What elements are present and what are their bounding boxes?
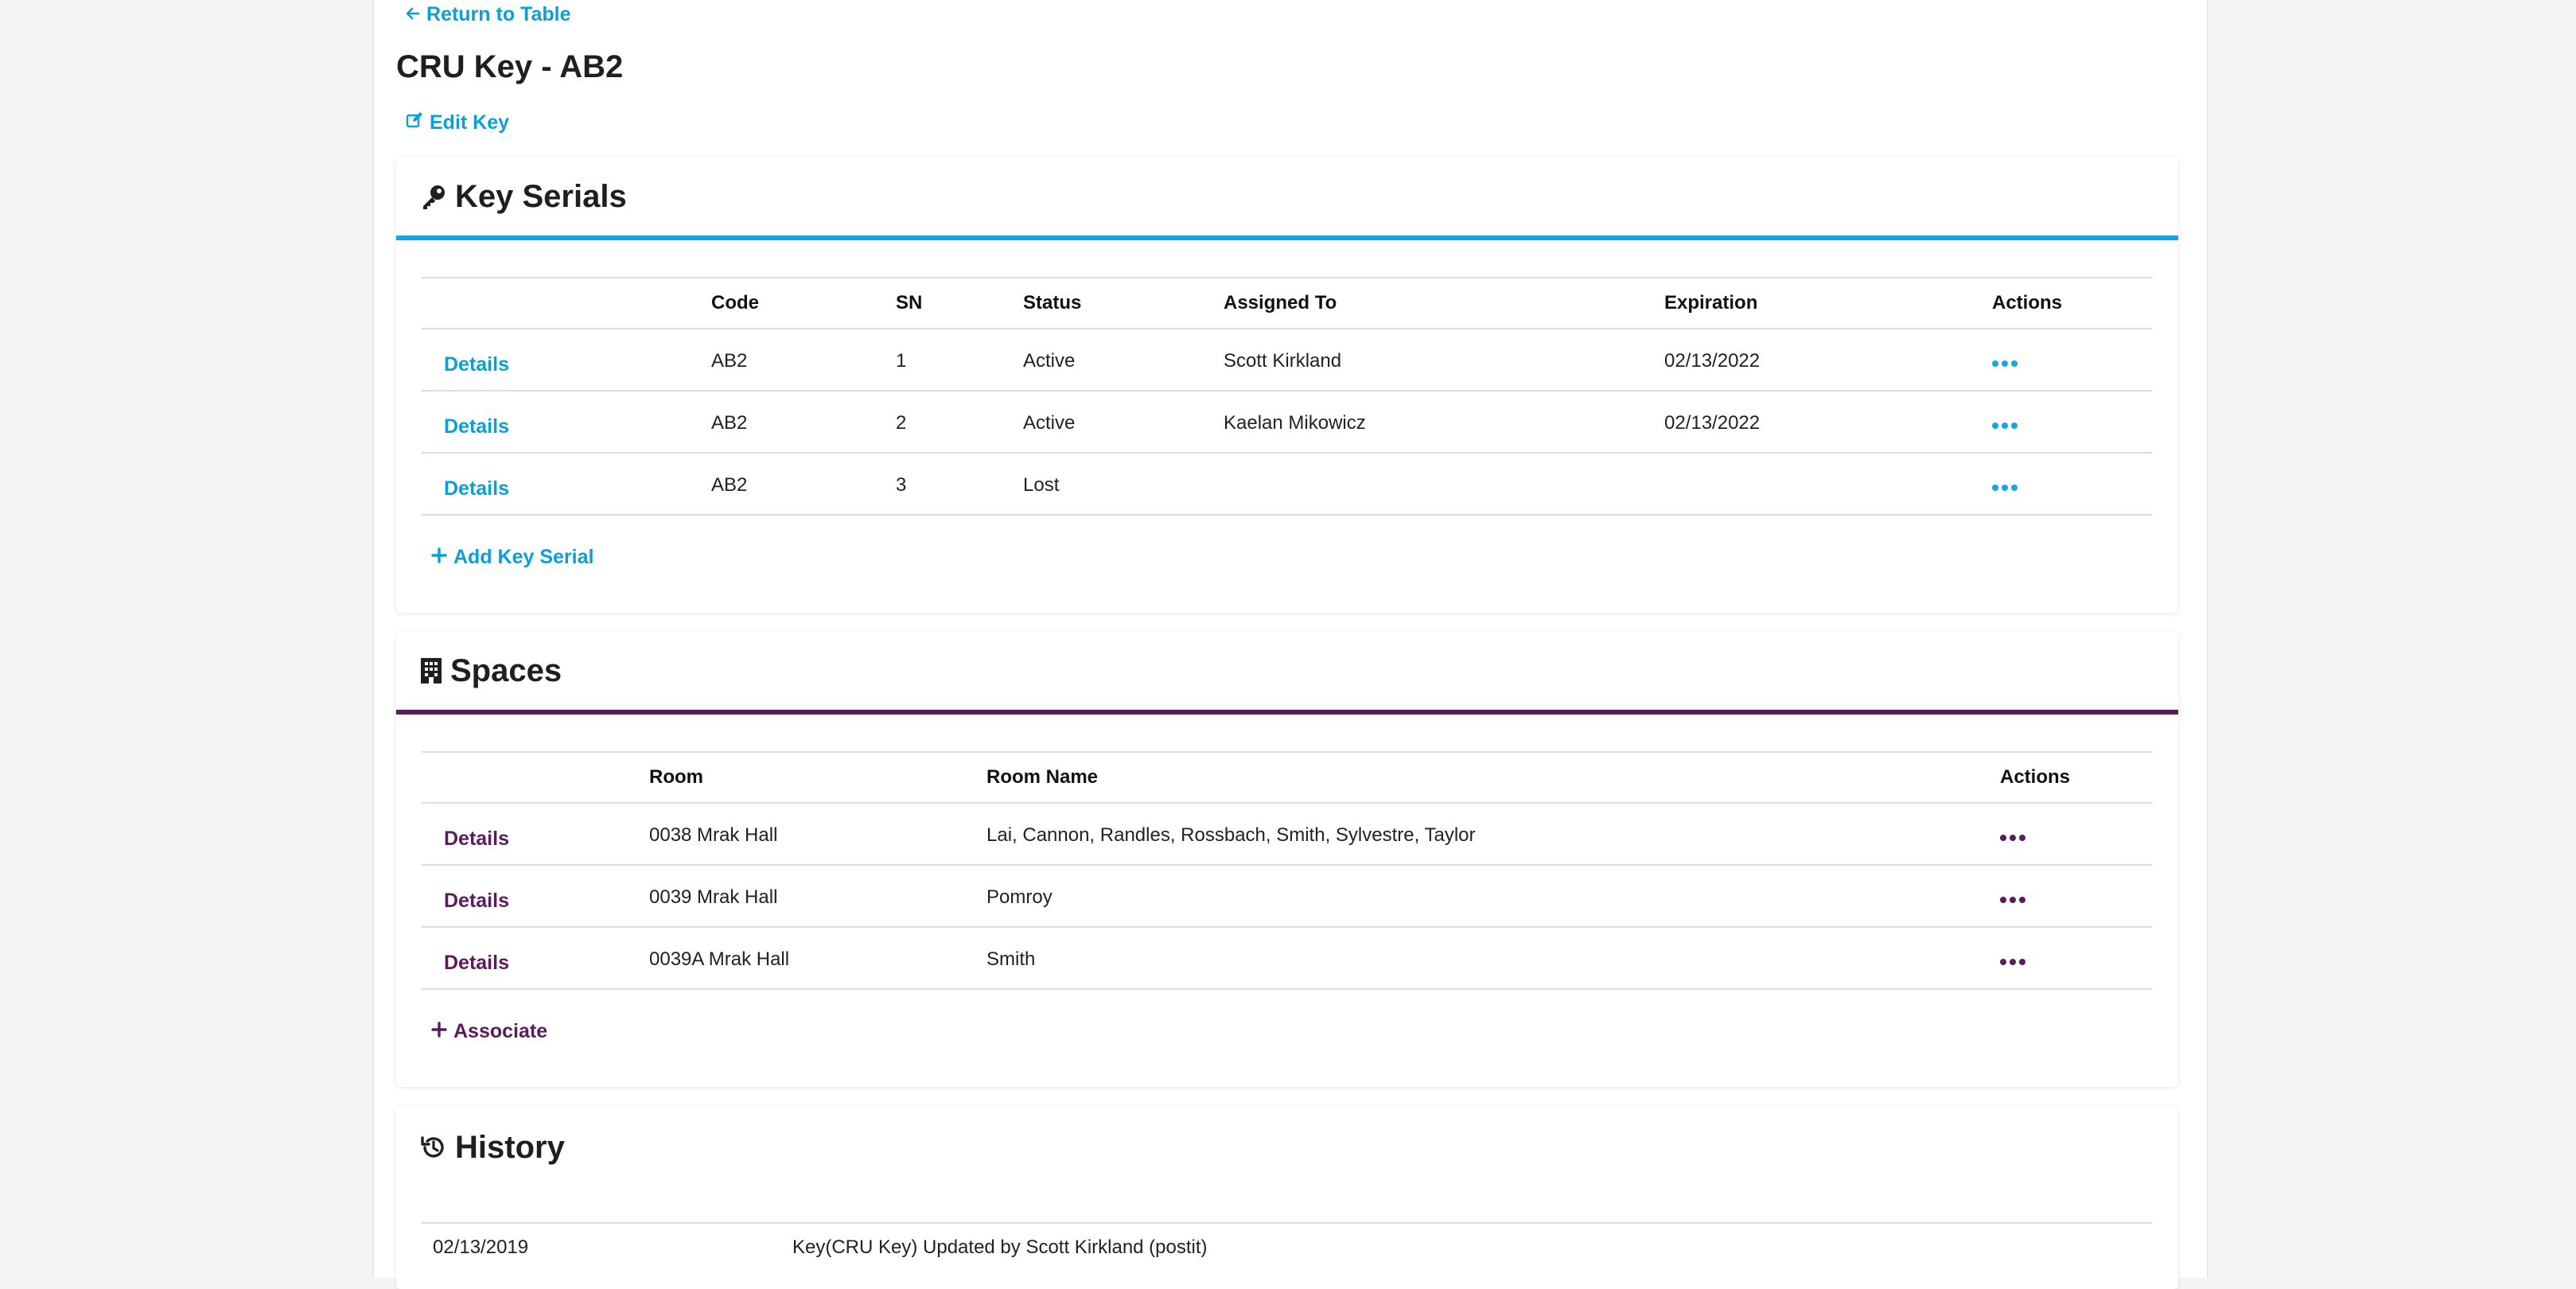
cell-expiration — [1653, 453, 1981, 516]
column-header-blank — [422, 277, 700, 329]
table-row: Details 0039A Mrak Hall Smith — [422, 927, 2153, 990]
ellipsis-icon[interactable] — [2000, 827, 2025, 841]
cell-expiration: 02/13/2022 — [1653, 391, 1981, 454]
column-header-expiration: Expiration — [1653, 277, 1981, 329]
table-row: Details AB2 2 Active Kaelan Mikowicz 02/… — [422, 391, 2153, 454]
column-header-sn: SN — [885, 277, 1012, 329]
key-serials-title: Key Serials — [455, 178, 627, 214]
cell-room-name: Smith — [975, 927, 1989, 990]
spaces-title: Spaces — [450, 652, 562, 688]
cell-sn: 1 — [885, 329, 1012, 391]
edit-key-label: Edit Key — [430, 111, 510, 134]
cell-sn: 2 — [885, 391, 1012, 454]
cell-expiration: 02/13/2022 — [1653, 329, 1981, 391]
history-card: History 02/13/2019 Key(CRU Key) Updated … — [396, 1106, 2178, 1289]
cell-code: AB2 — [700, 391, 885, 454]
table-row: Details AB2 3 Lost — [422, 453, 2153, 516]
key-serials-header: Key Serials — [396, 158, 2178, 240]
column-header-room-name: Room Name — [975, 751, 1989, 804]
cell-assigned-to — [1212, 453, 1653, 516]
history-header: History — [396, 1106, 2178, 1189]
associate-button[interactable]: Associate — [431, 1020, 2153, 1043]
key-icon — [420, 183, 447, 210]
cell-assigned-to: Scott Kirkland — [1212, 329, 1653, 391]
ellipsis-icon[interactable] — [2000, 889, 2025, 903]
plus-icon — [431, 1020, 447, 1043]
table-row: Details 0039 Mrak Hall Pomroy — [422, 865, 2153, 928]
ellipsis-icon[interactable] — [1992, 352, 2018, 367]
ellipsis-icon[interactable] — [1992, 415, 2018, 429]
spaces-header: Spaces — [396, 632, 2178, 715]
cell-status: Active — [1012, 391, 1212, 454]
history-icon — [420, 1134, 447, 1161]
plus-icon — [431, 546, 447, 569]
spaces-table: Room Room Name Actions Details 0038 Mrak… — [422, 751, 2153, 990]
cell-room: 0039 Mrak Hall — [638, 865, 975, 928]
return-to-table-label: Return to Table — [426, 3, 571, 25]
column-header-assigned-to: Assigned To — [1212, 277, 1653, 329]
table-row: 02/13/2019 Key(CRU Key) Updated by Scott… — [422, 1223, 2153, 1274]
key-serials-table: Code SN Status Assigned To Expiration Ac… — [422, 277, 2153, 516]
table-header-row: Code SN Status Assigned To Expiration Ac… — [422, 277, 2153, 329]
cell-room: 0039A Mrak Hall — [638, 927, 975, 990]
column-header-status: Status — [1012, 277, 1212, 329]
add-key-serial-label: Add Key Serial — [453, 546, 594, 568]
return-to-table-link[interactable]: Return to Table — [406, 3, 570, 26]
table-row: Details 0038 Mrak Hall Lai, Cannon, Rand… — [422, 803, 2153, 866]
column-header-blank — [422, 751, 638, 804]
cell-room-name: Lai, Cannon, Randles, Rossbach, Smith, S… — [975, 803, 1989, 866]
cell-room: 0038 Mrak Hall — [638, 803, 975, 866]
edit-icon — [406, 111, 423, 134]
cell-code: AB2 — [700, 329, 885, 391]
edit-key-link[interactable]: Edit Key — [406, 111, 509, 134]
column-header-room: Room — [638, 751, 975, 804]
cell-assigned-to: Kaelan Mikowicz — [1212, 391, 1653, 454]
ellipsis-icon[interactable] — [2000, 951, 2025, 965]
spaces-card: Spaces Room Room Name Actions Details 00… — [396, 632, 2178, 1087]
cell-status: Lost — [1012, 453, 1212, 516]
details-link[interactable]: Details — [444, 477, 509, 500]
associate-label: Associate — [453, 1020, 548, 1042]
details-link[interactable]: Details — [444, 952, 509, 974]
details-link[interactable]: Details — [444, 890, 509, 912]
key-serials-card: Key Serials Code SN Status Assigned To E… — [396, 158, 2178, 613]
page-title: CRU Key - AB2 — [396, 49, 624, 84]
cell-history-date: 02/13/2019 — [433, 1236, 529, 1258]
arrow-left-icon — [406, 3, 420, 26]
table-header-row: Room Room Name Actions — [422, 751, 2153, 804]
cell-code: AB2 — [700, 453, 885, 516]
details-link[interactable]: Details — [444, 828, 509, 850]
history-table: 02/13/2019 Key(CRU Key) Updated by Scott… — [422, 1222, 2153, 1274]
column-header-actions: Actions — [1989, 751, 2153, 804]
add-key-serial-button[interactable]: Add Key Serial — [431, 546, 2153, 569]
column-header-actions: Actions — [1981, 277, 2153, 329]
cell-room-name: Pomroy — [975, 865, 1989, 928]
ellipsis-icon[interactable] — [1992, 477, 2018, 491]
details-link[interactable]: Details — [444, 353, 509, 376]
column-header-code: Code — [700, 277, 885, 329]
building-icon — [420, 657, 442, 684]
history-title: History — [455, 1129, 565, 1165]
details-link[interactable]: Details — [444, 415, 509, 438]
cell-status: Active — [1012, 329, 1212, 391]
table-row: Details AB2 1 Active Scott Kirkland 02/1… — [422, 329, 2153, 391]
cell-sn: 3 — [885, 453, 1012, 516]
cell-history-description: Key(CRU Key) Updated by Scott Kirkland (… — [792, 1236, 1208, 1258]
